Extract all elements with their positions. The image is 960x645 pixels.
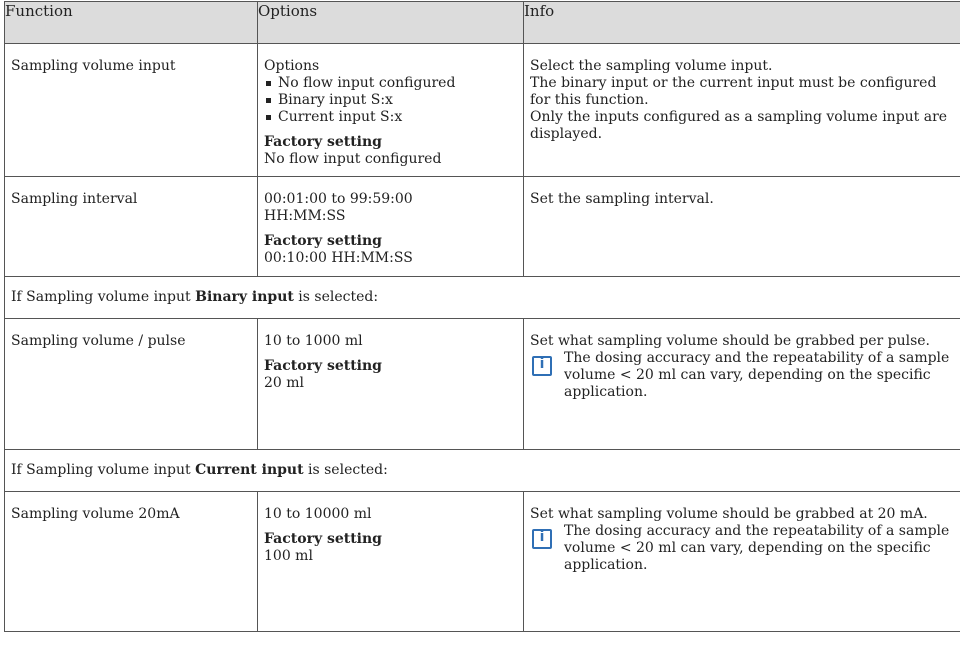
list-item: No flow input configured: [264, 75, 517, 92]
factory-setting-value: 100 ml: [264, 548, 313, 564]
info-text: Set the sampling interval.: [530, 191, 714, 207]
function-name: Sampling volume 20mA: [11, 506, 180, 522]
factory-setting-value: No flow input configured: [264, 151, 442, 167]
options-list: No flow input configured Binary input S:…: [264, 75, 517, 126]
note-text: The dosing accuracy and the repeatabilit…: [564, 523, 950, 573]
list-item: Binary input S:x: [264, 92, 517, 109]
factory-setting-title: Factory setting: [264, 134, 382, 150]
function-name: Sampling interval: [11, 191, 138, 207]
range-value: 00:01:00 to 99:59:00: [264, 191, 413, 207]
info-text: Select the sampling volume input.: [530, 58, 773, 74]
header-function: Function: [4, 1, 258, 44]
info-text: Set what sampling volume should be grabb…: [530, 333, 930, 349]
table-header-row: Function Options Info: [4, 1, 960, 44]
factory-setting-value: 00:10:00 HH:MM:SS: [264, 250, 413, 266]
header-info: Info: [523, 1, 960, 44]
info-icon: [532, 529, 552, 549]
list-item: Current input S:x: [264, 109, 517, 126]
function-name: Sampling volume input: [11, 58, 176, 74]
condition-row-binary: If Sampling volume input Binary input is…: [4, 276, 960, 319]
info-icon: [532, 356, 552, 376]
table-row: Sampling interval 00:01:00 to 99:59:00 H…: [4, 176, 960, 277]
condition-row-current: If Sampling volume input Current input i…: [4, 449, 960, 492]
header-options: Options: [257, 1, 524, 44]
info-note: The dosing accuracy and the repeatabilit…: [530, 523, 960, 574]
table-row: Sampling volume 20mA 10 to 10000 ml Fact…: [4, 491, 960, 632]
factory-setting-title: Factory setting: [264, 233, 382, 249]
condition-text: If Sampling volume input Binary input is…: [11, 289, 379, 305]
range-unit: HH:MM:SS: [264, 208, 346, 224]
factory-setting-title: Factory setting: [264, 358, 382, 374]
table-row: Sampling volume / pulse 10 to 1000 ml Fa…: [4, 318, 960, 450]
options-label: Options: [264, 58, 320, 74]
condition-keyword: Current input: [195, 462, 304, 478]
factory-setting-value: 20 ml: [264, 375, 305, 391]
factory-setting-title: Factory setting: [264, 531, 382, 547]
info-note: The dosing accuracy and the repeatabilit…: [530, 350, 960, 401]
condition-text: If Sampling volume input Current input i…: [11, 462, 388, 478]
function-name: Sampling volume / pulse: [11, 333, 186, 349]
parameter-table: Function Options Info Sampling volume in…: [4, 1, 960, 632]
condition-keyword: Binary input: [195, 289, 294, 305]
info-text: Set what sampling volume should be grabb…: [530, 506, 928, 522]
range-value: 10 to 1000 ml: [264, 333, 363, 349]
table-row: Sampling volume input Options No flow in…: [4, 43, 960, 177]
range-value: 10 to 10000 ml: [264, 506, 372, 522]
info-text: The binary input or the current input mu…: [530, 75, 937, 108]
info-text: Only the inputs configured as a sampling…: [530, 109, 948, 142]
note-text: The dosing accuracy and the repeatabilit…: [564, 350, 950, 400]
